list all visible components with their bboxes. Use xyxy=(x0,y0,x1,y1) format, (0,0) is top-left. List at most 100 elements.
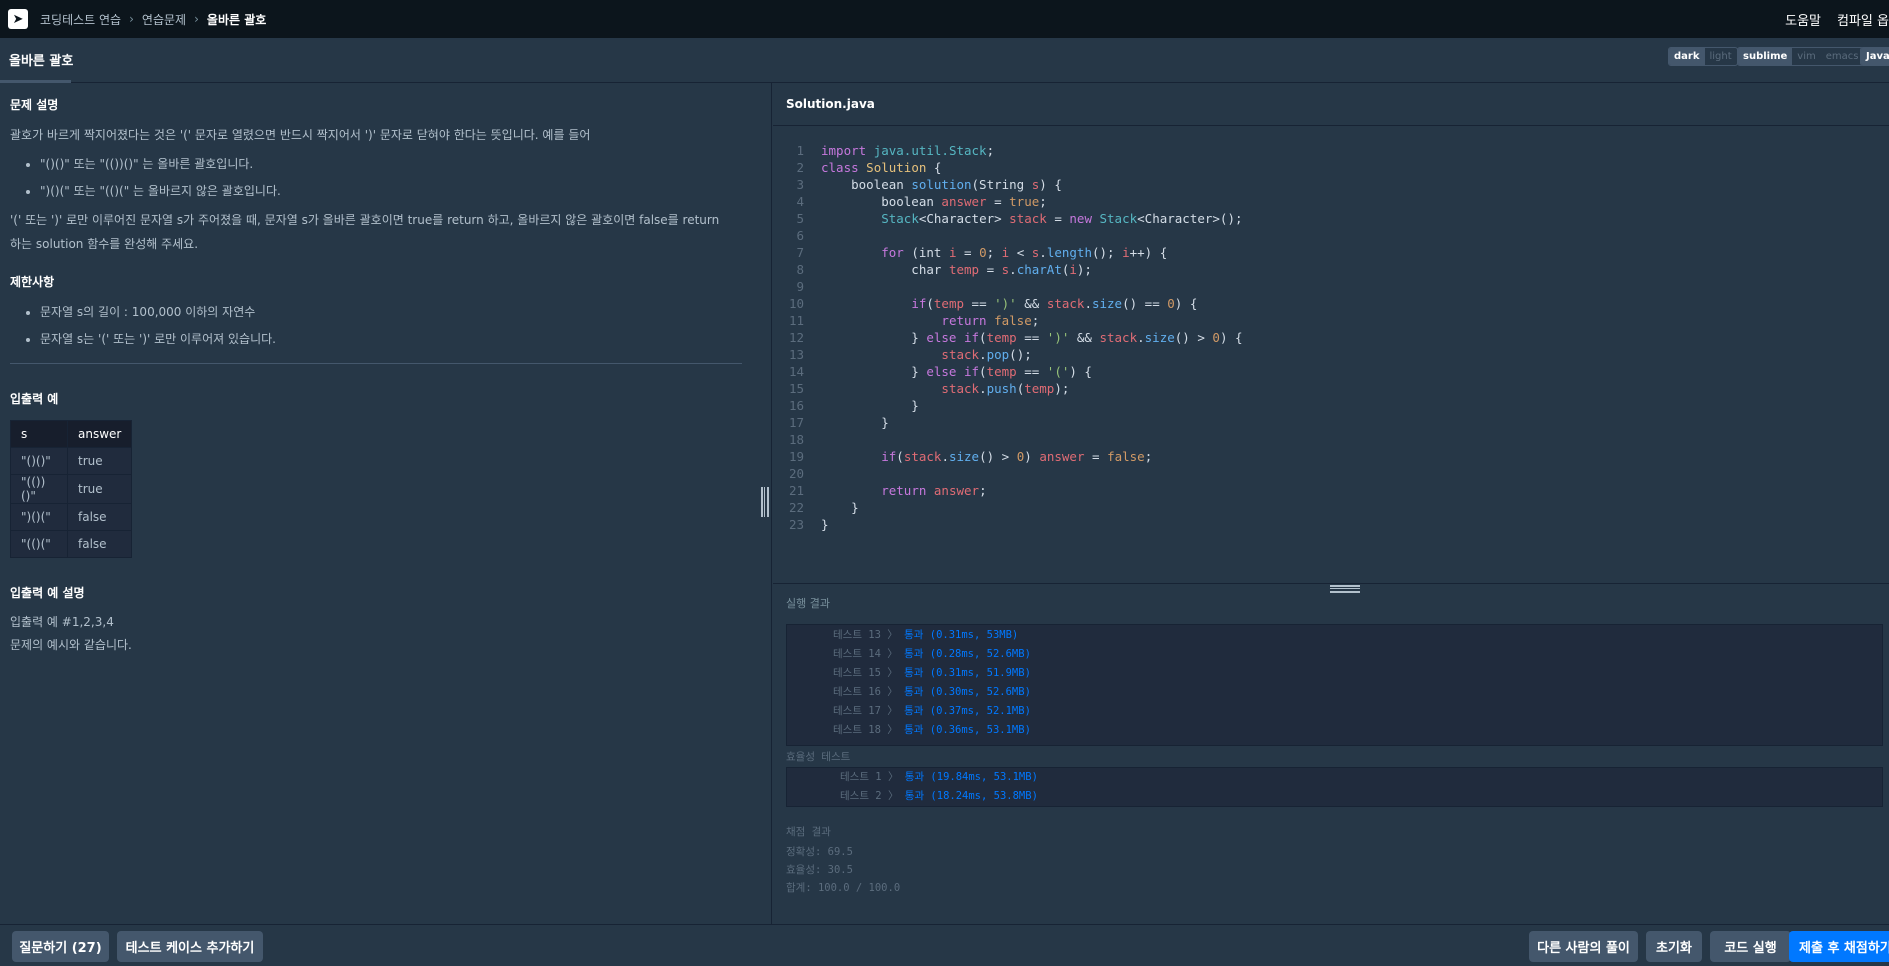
code-line: 10 if(temp == ')' && stack.size() == 0) … xyxy=(773,295,1197,312)
test-label: 테스트 2 〉 xyxy=(840,790,899,802)
other-solutions-button[interactable]: 다른 사람의 풀이 xyxy=(1529,931,1638,962)
test-label: 테스트 18 〉 xyxy=(833,724,898,736)
table-header-cell: answer xyxy=(66,420,133,448)
result-header: 실행 결과 xyxy=(773,583,1889,626)
test-result-row: 테스트 17 〉 통과 (0.37ms, 52.1MB) xyxy=(833,702,1031,721)
code-line: 12 } else if(temp == ')' && stack.size()… xyxy=(773,329,1243,346)
code-text: } xyxy=(821,517,829,532)
problem-intro: 괄호가 바르게 짝지어졌다는 것은 '(' 문자로 열렸으면 반드시 짝지어서 … xyxy=(10,128,591,142)
code-line: 8 char temp = s.charAt(i); xyxy=(773,261,1092,278)
code-text: } xyxy=(821,415,889,430)
title-bar: 올바른 괄호 dark light sublime vim emacs Java xyxy=(0,38,1889,83)
code-line: 6 xyxy=(773,227,804,244)
test-result-row: 테스트 13 〉 통과 (0.31ms, 53MB) xyxy=(833,626,1018,645)
test-label: 테스트 16 〉 xyxy=(833,686,898,698)
list-item: ")()(" 또는 "(()(" 는 올바르지 않은 괄호입니다. xyxy=(40,178,740,205)
panel-resize-handle[interactable] xyxy=(761,487,769,517)
breadcrumb-item-current: 올바른 괄호 xyxy=(206,12,267,27)
code-line: 1 import java.util.Stack; xyxy=(773,142,994,159)
line-number: 12 xyxy=(788,330,804,345)
help-link[interactable]: 도움말 xyxy=(1785,10,1821,29)
theme-dark-option[interactable]: dark xyxy=(1669,48,1705,65)
code-line: 21 return answer; xyxy=(773,482,987,499)
example-list: "()()" 또는 "(())()" 는 올바른 괄호입니다. ")()(" 또… xyxy=(10,151,740,205)
table-header-cell: s xyxy=(10,420,68,448)
line-number: 22 xyxy=(788,500,804,515)
test-label: 테스트 17 〉 xyxy=(833,705,898,717)
line-number: 8 xyxy=(796,262,804,277)
line-number: 21 xyxy=(788,483,804,498)
table-row: "(()(" false xyxy=(10,530,133,558)
test-value: 통과 (0.30ms, 52.6MB) xyxy=(904,686,1031,698)
result-label: 실행 결과 xyxy=(786,597,830,610)
breadcrumb-item-coding-test[interactable]: 코딩테스트 연습 xyxy=(40,11,121,28)
problem-task-line: '(' 또는 ')' 로만 이루어진 문자열 s가 주어졌을 때, 문자열 s가… xyxy=(10,213,720,227)
table-row: "()()" true xyxy=(10,447,133,475)
list-item: 문자열 s의 길이 : 100,000 이하의 자연수 xyxy=(40,299,740,326)
file-name: Solution.java xyxy=(786,97,875,111)
code-line: 18 xyxy=(773,431,804,448)
test-value: 통과 (0.28ms, 52.6MB) xyxy=(904,648,1031,660)
code-editor[interactable]: 1 import java.util.Stack; 2 class Solution… xyxy=(773,126,1889,583)
compile-options-link[interactable]: 컴파일 옵 xyxy=(1837,10,1889,29)
keymap-vim-option[interactable]: vim xyxy=(1792,48,1820,65)
submit-button[interactable]: 제출 후 채점하기 xyxy=(1789,931,1889,962)
bottom-toolbar: 질문하기 (27) 테스트 케이스 추가하기 다른 사람의 풀이 초기화 코드 … xyxy=(0,924,1889,966)
section-title-description: 문제 설명 xyxy=(10,98,59,112)
line-number: 11 xyxy=(788,313,804,328)
code-text: } xyxy=(821,398,919,413)
accuracy-results: 테스트 13 〉 통과 (0.31ms, 53MB) 테스트 14 〉 통과 (… xyxy=(786,624,1883,746)
score-line: 효율성: 30.5 xyxy=(786,864,853,876)
code-text: boolean answer = true; xyxy=(821,194,1047,209)
efficiency-results: 테스트 1 〉 통과 (19.84ms, 53.1MB) 테스트 2 〉 통과 … xyxy=(786,767,1883,807)
io-description-line: 입출력 예 #1,2,3,4 xyxy=(10,615,114,629)
ask-question-button[interactable]: 질문하기 (27) xyxy=(12,931,109,962)
io-description-line: 문제의 예시와 같습니다. xyxy=(10,638,132,652)
breadcrumb-item-practice[interactable]: 연습문제 xyxy=(142,11,186,28)
language-select[interactable]: Java xyxy=(1860,47,1889,66)
programmers-logo-icon[interactable]: ➤ xyxy=(8,9,28,29)
code-text: stack.push(temp); xyxy=(941,381,1070,396)
table-cell: ")()(" xyxy=(10,503,68,531)
line-number: 4 xyxy=(796,194,804,209)
test-value: 통과 (0.37ms, 52.1MB) xyxy=(904,705,1031,717)
result-console[interactable]: 테스트 13 〉 통과 (0.31ms, 53MB) 테스트 14 〉 통과 (… xyxy=(773,624,1889,924)
code-line: 13 stack.pop(); xyxy=(773,346,1032,363)
line-number: 23 xyxy=(788,517,804,532)
test-label: 테스트 14 〉 xyxy=(833,648,898,660)
line-number: 10 xyxy=(788,296,804,311)
result-resize-handle[interactable] xyxy=(1330,585,1360,593)
line-number: 20 xyxy=(788,466,804,481)
code-line: 17 } xyxy=(773,414,889,431)
chevron-right-icon: › xyxy=(129,12,134,26)
problem-panel[interactable]: 문제 설명 괄호가 바르게 짝지어졌다는 것은 '(' 문자로 열렸으면 반드시… xyxy=(0,83,772,924)
table-row: ")()(" false xyxy=(10,503,133,531)
keymap-sublime-option[interactable]: sublime xyxy=(1738,48,1793,65)
test-value: 통과 (0.31ms, 51.9MB) xyxy=(904,667,1031,679)
test-label: 테스트 1 〉 xyxy=(840,771,899,783)
keymap-toggle: sublime vim emacs xyxy=(1737,47,1865,66)
problem-task: '(' 또는 ')' 로만 이루어진 문자열 s가 주어졌을 때, 문자열 s가… xyxy=(10,208,740,256)
code-line: 4 boolean answer = true; xyxy=(773,193,1046,210)
keymap-emacs-option[interactable]: emacs xyxy=(1821,48,1864,65)
code-line: 7 for (int i = 0; i < s.length(); i++) { xyxy=(773,244,1167,261)
reset-button[interactable]: 초기화 xyxy=(1646,931,1702,962)
table-cell: false xyxy=(66,503,133,531)
line-number: 17 xyxy=(788,415,804,430)
line-number: 18 xyxy=(788,432,804,447)
line-number: 13 xyxy=(788,347,804,362)
io-example-table: s answer "()()" true "(())()" true ")()(… xyxy=(10,420,133,558)
run-code-button[interactable]: 코드 실행 xyxy=(1710,931,1791,962)
code-text: return answer; xyxy=(881,483,987,498)
line-number: 7 xyxy=(796,245,804,260)
code-line: 9 xyxy=(773,278,804,295)
code-line: 14 } else if(temp == '(') { xyxy=(773,363,1092,380)
code-line: 3 boolean solution(String s) { xyxy=(773,176,1061,193)
add-test-case-button[interactable]: 테스트 케이스 추가하기 xyxy=(117,931,263,962)
test-value: 통과 (19.84ms, 53.1MB) xyxy=(904,771,1038,783)
table-cell: "()()" xyxy=(10,447,68,475)
test-result-row: 테스트 2 〉 통과 (18.24ms, 53.8MB) xyxy=(840,787,1038,806)
theme-light-option[interactable]: light xyxy=(1705,48,1737,65)
io-description: 입출력 예 #1,2,3,4 문제의 예시와 같습니다. xyxy=(10,611,740,657)
line-number: 15 xyxy=(788,381,804,396)
